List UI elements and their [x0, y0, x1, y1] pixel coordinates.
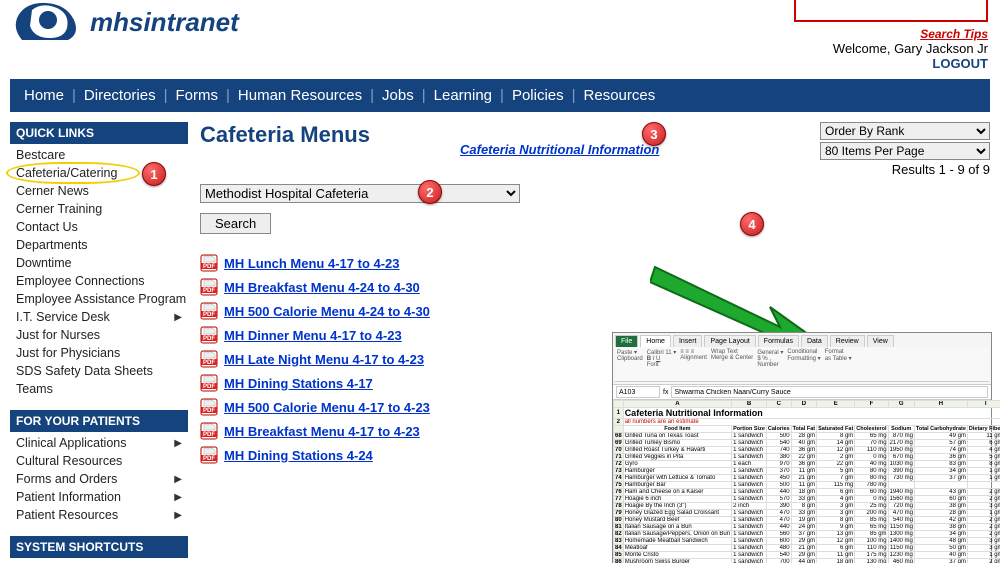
logo-icon	[12, 0, 82, 45]
excel-window: FileHomeInsertPage LayoutFormulasDataRev…	[612, 332, 992, 563]
search-button[interactable]: Search	[200, 213, 271, 234]
chevron-right-icon: ▶	[174, 492, 182, 503]
svg-text:PDF: PDF	[203, 408, 215, 414]
sidebar-item-just-for-physicians[interactable]: Just for Physicians	[10, 344, 188, 362]
sidebar-item-patient-information[interactable]: Patient Information▶	[10, 488, 188, 506]
sidebar-item-bestcare[interactable]: Bestcare	[10, 146, 188, 164]
nav-policies[interactable]: Policies	[512, 87, 564, 104]
svg-text:PDF: PDF	[203, 384, 215, 390]
sidebar-item-cerner-training[interactable]: Cerner Training	[10, 200, 188, 218]
nav-forms[interactable]: Forms	[176, 87, 219, 104]
nav-jobs[interactable]: Jobs	[382, 87, 414, 104]
sidebar-item-downtime[interactable]: Downtime	[10, 254, 188, 272]
sidebar: QUICK LINKS BestcareCafeteria/CateringCe…	[10, 122, 188, 563]
system-shortcuts-head: SYSTEM SHORTCUTS	[10, 536, 188, 558]
chevron-right-icon: ▶	[174, 312, 182, 323]
nav-resources[interactable]: Resources	[584, 87, 656, 104]
sidebar-item-employee-assistance-program[interactable]: Employee Assistance Program	[10, 290, 188, 308]
ribbon-body: Paste ▾Clipboard Calibri 11 ▾B I UFont ≡…	[615, 347, 989, 382]
svg-text:PDF: PDF	[203, 456, 215, 462]
main-nav: Home|Directories|Forms|Human Resources|J…	[10, 79, 990, 112]
svg-text:PDF: PDF	[203, 264, 215, 270]
svg-text:PDF: PDF	[203, 360, 215, 366]
chevron-right-icon: ▶	[174, 510, 182, 521]
sidebar-item-forms-and-orders[interactable]: Forms and Orders▶	[10, 470, 188, 488]
ribbon-tab-home[interactable]: Home	[640, 335, 671, 347]
nutrition-info-link[interactable]: Cafeteria Nutritional Information	[460, 142, 659, 157]
menu-pdf-link[interactable]: PDFMH Lunch Menu 4-17 to 4-23	[200, 254, 990, 272]
ribbon-tab-file[interactable]: File	[615, 335, 638, 347]
svg-text:PDF: PDF	[203, 288, 215, 294]
cafeteria-location-select[interactable]: Methodist Hospital Cafeteria	[200, 184, 520, 203]
results-count: Results 1 - 9 of 9	[892, 162, 990, 177]
ribbon-tab-insert[interactable]: Insert	[673, 335, 703, 347]
search-tips-link[interactable]: Search Tips	[794, 27, 988, 41]
sidebar-item-contact-us[interactable]: Contact Us	[10, 218, 188, 236]
formula-bar-input[interactable]	[671, 386, 988, 398]
pdf-icon: PDF	[200, 326, 218, 344]
items-per-page-select[interactable]: 80 Items Per Page	[820, 142, 990, 160]
nav-directories[interactable]: Directories	[84, 87, 156, 104]
menu-pdf-link[interactable]: PDFMH Breakfast Menu 4-24 to 4-30	[200, 278, 990, 296]
logout-link[interactable]: LOGOUT	[932, 56, 988, 71]
sidebar-item-departments[interactable]: Departments	[10, 236, 188, 254]
pdf-icon: PDF	[200, 398, 218, 416]
sidebar-item-just-for-nurses[interactable]: Just for Nurses	[10, 326, 188, 344]
chevron-right-icon: ▶	[174, 438, 182, 449]
pdf-icon: PDF	[200, 278, 218, 296]
menu-pdf-link[interactable]: PDFMH 500 Calorie Menu 4-24 to 4-30	[200, 302, 990, 320]
search-input[interactable]	[794, 0, 988, 22]
svg-text:PDF: PDF	[203, 432, 215, 438]
callout-badge-3: 3	[642, 122, 666, 146]
pdf-icon: PDF	[200, 302, 218, 320]
chevron-right-icon: ▶	[174, 474, 182, 485]
svg-text:PDF: PDF	[203, 312, 215, 318]
fx-icon: fx	[663, 389, 668, 396]
logo-text: mhsintranet	[90, 7, 239, 38]
nav-home[interactable]: Home	[24, 87, 64, 104]
ribbon-tab-data[interactable]: Data	[801, 335, 828, 347]
order-by-select[interactable]: Order By Rank	[820, 122, 990, 140]
quick-links-head: QUICK LINKS	[10, 122, 188, 144]
sidebar-item-patient-resources[interactable]: Patient Resources▶	[10, 506, 188, 524]
callout-badge-2: 2	[418, 180, 442, 204]
nav-learning[interactable]: Learning	[434, 87, 492, 104]
sidebar-item-employee-connections[interactable]: Employee Connections	[10, 272, 188, 290]
sidebar-item-cerner-news[interactable]: Cerner News	[10, 182, 188, 200]
sidebar-item-teams[interactable]: Teams	[10, 380, 188, 398]
ribbon-tab-review[interactable]: Review	[830, 335, 865, 347]
ribbon-tab-view[interactable]: View	[867, 335, 894, 347]
cell-ref-input[interactable]	[616, 386, 660, 398]
ribbon-tab-formulas[interactable]: Formulas	[758, 335, 799, 347]
sidebar-item-cultural-resources[interactable]: Cultural Resources	[10, 452, 188, 470]
callout-badge-1: 1	[142, 162, 166, 186]
main-content: Cafeteria Menus Cafeteria Nutritional In…	[200, 122, 990, 563]
pdf-icon: PDF	[200, 446, 218, 464]
sidebar-item-clinical-applications[interactable]: Clinical Applications▶	[10, 434, 188, 452]
pdf-icon: PDF	[200, 350, 218, 368]
ribbon-tab-page-layout[interactable]: Page Layout	[704, 335, 755, 347]
pdf-icon: PDF	[200, 254, 218, 272]
welcome-text: Welcome, Gary Jackson Jr	[794, 41, 988, 56]
sidebar-item-i-t-service-desk[interactable]: I.T. Service Desk▶	[10, 308, 188, 326]
pdf-icon: PDF	[200, 374, 218, 392]
pdf-icon: PDF	[200, 422, 218, 440]
for-patients-head: FOR YOUR PATIENTS	[10, 410, 188, 432]
callout-badge-4: 4	[740, 212, 764, 236]
nav-human-resources[interactable]: Human Resources	[238, 87, 362, 104]
svg-text:PDF: PDF	[203, 336, 215, 342]
sidebar-item-sds-safety-data-sheets[interactable]: SDS Safety Data Sheets	[10, 362, 188, 380]
